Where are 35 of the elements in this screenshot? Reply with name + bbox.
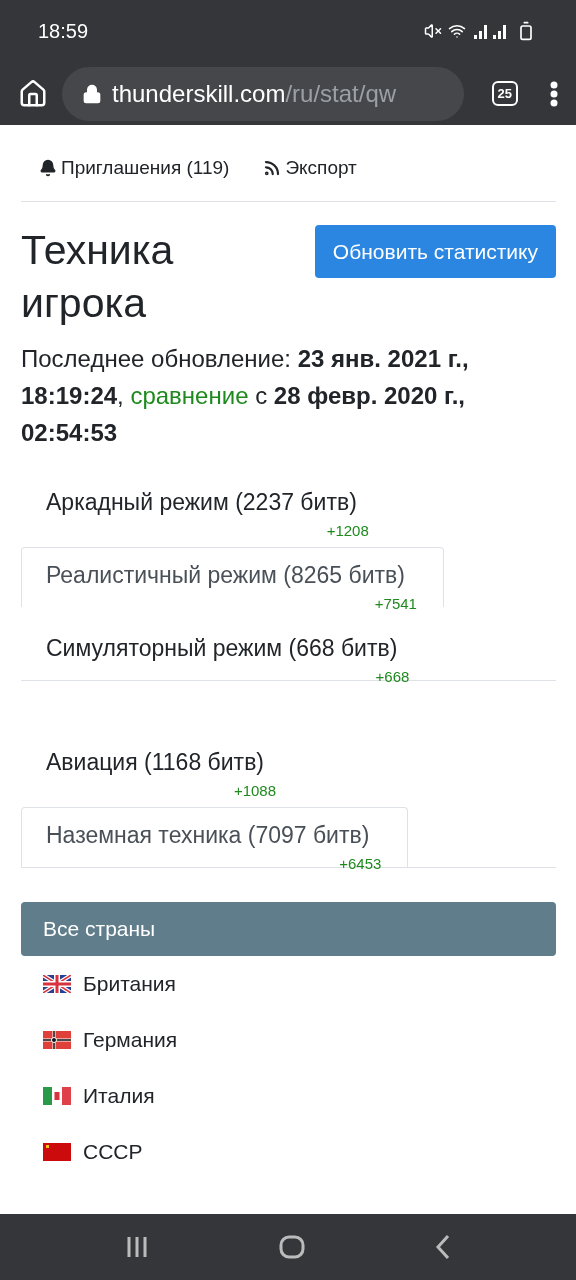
menu-button[interactable] (550, 80, 558, 107)
lock-icon (82, 83, 102, 104)
country-header[interactable]: Все страны (21, 902, 556, 956)
wifi-icon (448, 22, 466, 40)
rss-icon (263, 159, 282, 177)
url-text: thunderskill.com/ru/stat/qw (112, 79, 397, 108)
update-info: Последнее обновление: 23 янв. 2021 г., 18:19:24, сравнение с 28 февр. 2020 г., 02:54:53 (21, 344, 470, 448)
more-icon (550, 80, 558, 107)
mode-tab[interactable]: Симуляторный режим (668 битв) +668 (21, 620, 437, 680)
country-item[interactable]: Германия (21, 1012, 556, 1068)
address-bar[interactable]: thunderskill.com/ru/stat/qw (62, 66, 464, 121)
flag-icon (43, 1031, 71, 1049)
tab-count-button[interactable]: 25 (491, 81, 518, 106)
page-title: Техника игрока (21, 226, 175, 328)
mode-tab[interactable]: Аркадный режим (2237 битв) +1208 (21, 474, 396, 534)
clock: 18:59 (38, 19, 89, 43)
country-item[interactable]: СССР (21, 1124, 556, 1180)
mode-tab[interactable]: Наземная техника (7097 битв) +6453 (21, 807, 409, 867)
nav-link[interactable]: Приглашения (119) (39, 157, 230, 179)
home-icon[interactable] (279, 1235, 305, 1259)
country-item[interactable]: Британия (21, 956, 556, 1012)
refresh-button[interactable]: Обновить статистику (314, 225, 556, 278)
flag-icon (43, 1143, 71, 1161)
country-item[interactable]: Италия (21, 1068, 556, 1124)
mute-icon (424, 22, 442, 40)
home-button[interactable] (18, 78, 48, 109)
back-icon[interactable] (435, 1234, 451, 1260)
nav-link[interactable]: Экспорт (263, 157, 357, 179)
compare-link[interactable]: сравнение (130, 382, 249, 409)
mode-tab[interactable]: Авиация (1168 битв) +1088 (21, 734, 303, 794)
flag-icon (43, 975, 71, 993)
flag-icon (43, 1087, 71, 1105)
bell-icon (39, 159, 57, 177)
mode-tab[interactable]: Реалистичный режим (8265 битв) +7541 (21, 547, 444, 607)
recent-apps-icon[interactable] (125, 1235, 149, 1259)
